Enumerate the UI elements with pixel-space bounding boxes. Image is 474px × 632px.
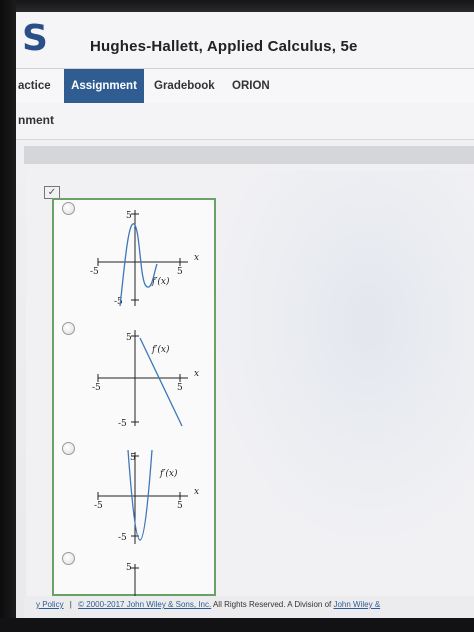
tab-practice[interactable]: actice xyxy=(18,69,51,103)
option-4-radio[interactable] xyxy=(62,552,75,565)
section-title: nment xyxy=(18,113,54,127)
footer-separator: | xyxy=(69,600,72,609)
option-2-curve-label: f′(x) xyxy=(151,344,170,355)
main-nav: actice Assignment Gradebook ORION xyxy=(16,68,474,104)
option-3-x-left-label: -5 xyxy=(94,501,103,511)
option-3-x-axis-label: x xyxy=(194,487,199,497)
question-toolbar xyxy=(24,146,474,164)
footer-text: y Policy | © 2000-2017 John Wiley & Sons… xyxy=(36,600,380,609)
option-3-y-top-label: 5 xyxy=(130,453,136,463)
option-2-x-left-label: -5 xyxy=(92,383,101,393)
rights-text: All Rights Reserved. A Division of xyxy=(211,600,334,609)
monitor-bezel-bottom xyxy=(0,618,474,632)
option-1-x-right-label: 5 xyxy=(177,267,183,277)
browser-screen: S Hughes-Hallett, Applied Calculus, 5e a… xyxy=(0,0,474,632)
option-1-curve xyxy=(119,223,158,307)
option-3-radio[interactable] xyxy=(62,442,75,455)
monitor-bezel-left xyxy=(0,0,16,632)
option-3-parabola xyxy=(127,449,153,541)
option-1-x-left-label: -5 xyxy=(90,267,99,277)
option-3-y-bottom-label: -5 xyxy=(118,533,127,543)
option-1-y-top-label: 5 xyxy=(126,211,132,221)
site-title: Hughes-Hallett, Applied Calculus, 5e xyxy=(90,38,358,55)
tab-orion[interactable]: ORION xyxy=(232,69,270,103)
option-3-graph: 5 -5 -5 5 x f′(x) xyxy=(94,449,199,544)
option-3-curve-label: f′(x) xyxy=(159,468,178,479)
site-header: S Hughes-Hallett, Applied Calculus, 5e xyxy=(16,12,474,68)
option-2-radio[interactable] xyxy=(62,322,75,335)
option-2-graph: 5 -5 -5 5 x f′(x) xyxy=(92,330,199,429)
company-link[interactable]: John Wiley & xyxy=(333,600,380,609)
option-2-x-axis-label: x xyxy=(194,369,199,379)
option-1-x-axis-label: x xyxy=(194,253,199,263)
option-2-x-right-label: 5 xyxy=(177,383,183,393)
section-header: nment xyxy=(16,103,474,140)
copyright-link[interactable]: © 2000-2017 John Wiley & Sons, Inc. xyxy=(78,600,211,609)
page-footer: y Policy | © 2000-2017 John Wiley & Sons… xyxy=(24,596,474,618)
option-1-y-bottom-label: -5 xyxy=(114,297,123,307)
option-4-y-top-label: 5 xyxy=(126,563,132,573)
option-1-radio[interactable] xyxy=(62,202,75,215)
wiley-logo: S xyxy=(22,18,48,59)
tab-assignment[interactable]: Assignment xyxy=(64,69,144,103)
option-1-graph: 5 -5 -5 5 x f′(x) xyxy=(90,210,199,307)
option-3-x-right-label: 5 xyxy=(177,501,183,511)
tab-gradebook[interactable]: Gradebook xyxy=(154,69,215,103)
monitor-bezel-top xyxy=(0,0,474,12)
option-2-y-top-label: 5 xyxy=(126,333,132,343)
privacy-policy-link[interactable]: y Policy xyxy=(36,600,64,609)
option-4-graph: 5 xyxy=(126,563,139,596)
option-2-y-bottom-label: -5 xyxy=(118,419,127,429)
